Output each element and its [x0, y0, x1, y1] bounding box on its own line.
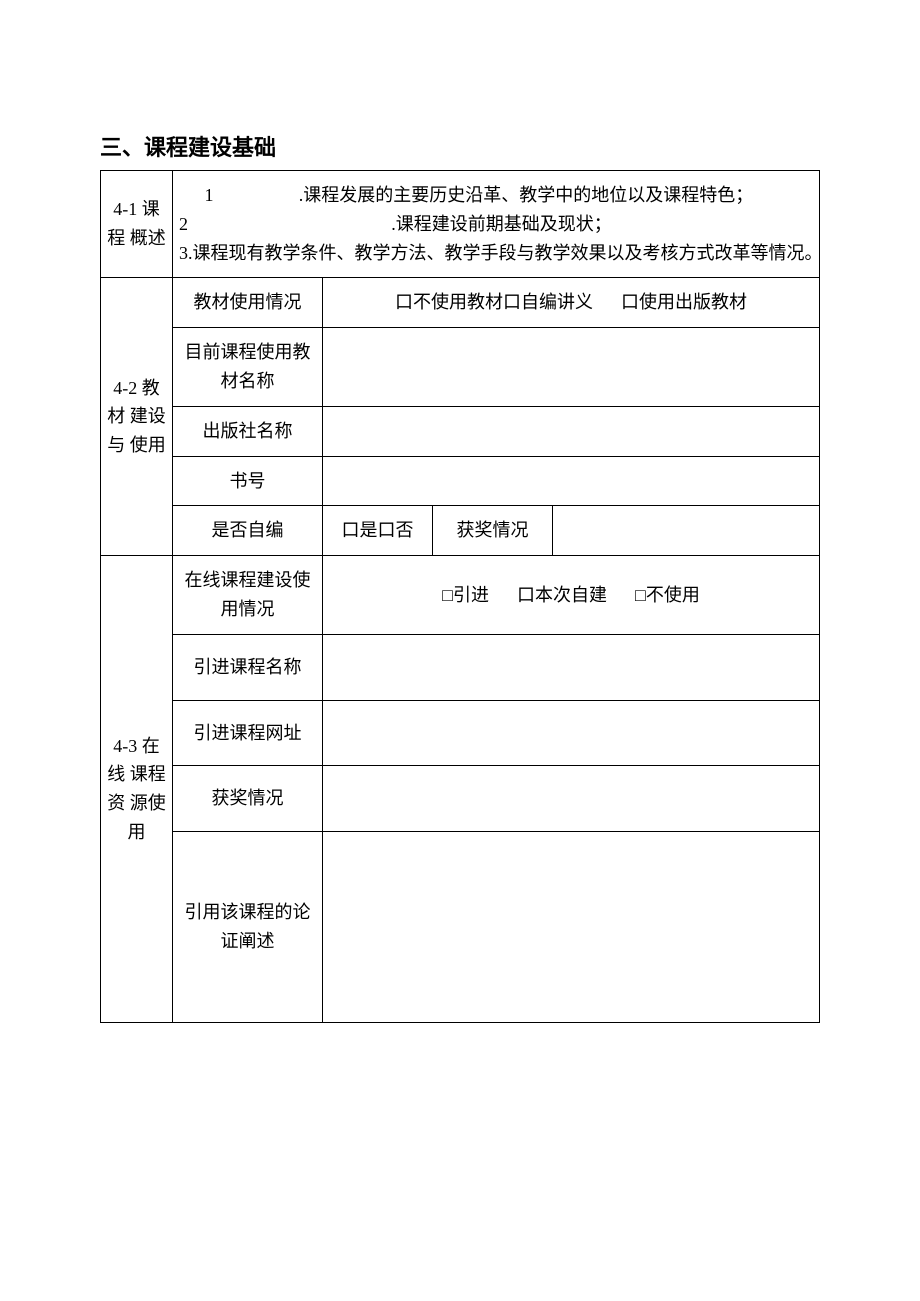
opt-import: □引进: [442, 581, 489, 610]
import-course-name-value: [323, 634, 820, 700]
item-text-2: .课程建设前期基础及现状；: [190, 210, 813, 239]
self-compiled-value: 口是口否: [323, 506, 433, 556]
import-course-url-label: 引进课程网址: [173, 700, 323, 766]
publisher-value: [323, 406, 820, 456]
import-course-url-value: [323, 700, 820, 766]
citation-discussion-label: 引用该课程的论 证阐述: [173, 832, 323, 1023]
current-textbook-name-value: [323, 328, 820, 407]
section-title: 三、课程建设基础: [100, 130, 820, 162]
textbook-usage-options: 口不使用教材口自编讲义 口使用出版教材: [323, 278, 820, 328]
online-usage-label: 在线课程建设使 用情况: [173, 556, 323, 635]
opt-not-use: □不使用: [635, 581, 700, 610]
course-foundation-table: 4-1 课程 概述 1 .课程发展的主要历史沿革、教学中的地位以及课程特色； 2…: [100, 170, 820, 1023]
row-4-1-header: 4-1 课程 概述: [101, 171, 173, 278]
import-course-name-label: 引进课程名称: [173, 634, 323, 700]
opt-self-build: 口本次自建: [517, 581, 607, 610]
opt-published-textbook: 口使用出版教材: [621, 288, 747, 317]
isbn-value: [323, 456, 820, 506]
item-text-3: .课程现有教学条件、教学方法、教学手段与教学效果以及考核方式改革等情况。: [188, 239, 823, 268]
publisher-label: 出版社名称: [173, 406, 323, 456]
item-num-2: 2: [179, 210, 188, 239]
award-label-42: 获奖情况: [433, 506, 553, 556]
award-label-43: 获奖情况: [173, 766, 323, 832]
item-num-3: 3: [179, 239, 188, 268]
current-textbook-name-label: 目前课程使用教 材名称: [173, 328, 323, 407]
item-num-1: 1: [179, 181, 239, 210]
isbn-label: 书号: [173, 456, 323, 506]
opt-no-textbook-self-notes: 口不使用教材口自编讲义: [395, 288, 593, 317]
online-usage-options: □引进 口本次自建 □不使用: [323, 556, 820, 635]
row-4-1-content: 1 .课程发展的主要历史沿革、教学中的地位以及课程特色； 2 .课程建设前期基础…: [173, 171, 820, 278]
award-value-43: [323, 766, 820, 832]
self-compiled-label: 是否自编: [173, 506, 323, 556]
row-4-3-header: 4-3 在线 课程资 源使用: [101, 556, 173, 1023]
item-text-1: .课程发展的主要历史沿革、教学中的地位以及课程特色；: [239, 181, 813, 210]
citation-discussion-value: [323, 832, 820, 1023]
textbook-usage-label: 教材使用情况: [173, 278, 323, 328]
row-4-2-header: 4-2 教材 建设与 使用: [101, 278, 173, 556]
award-value-42: [553, 506, 820, 556]
